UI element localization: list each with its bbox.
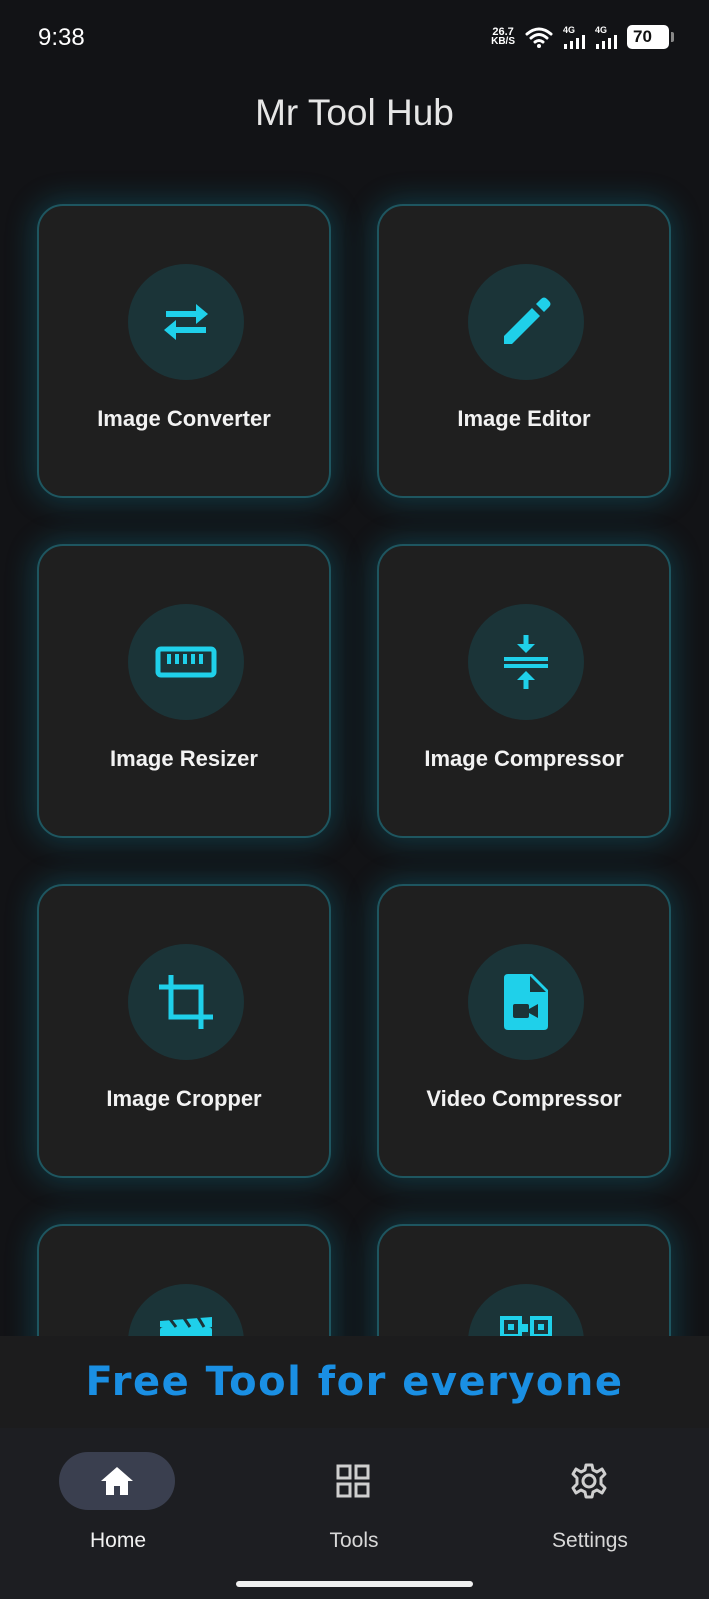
status-icons: 26.7 KB/S 4G 4G 70 xyxy=(491,22,674,52)
icon-circle xyxy=(468,604,584,720)
tool-label: Image Cropper xyxy=(106,1086,262,1111)
signal-icon xyxy=(596,34,617,49)
tool-label: Image Converter xyxy=(97,406,271,431)
icon-circle xyxy=(468,1284,584,1336)
nav-label: Settings xyxy=(552,1529,628,1552)
tool-card-image-compressor[interactable]: Image Compressor xyxy=(377,544,671,838)
home-icon xyxy=(101,1467,133,1495)
nav-label: Home xyxy=(89,1529,147,1552)
nav-label: Tools xyxy=(329,1529,379,1552)
sim1-signal: 4G xyxy=(563,24,585,49)
tool-label: Video Compressor xyxy=(426,1086,622,1111)
banner-text: Free Tool for everyone xyxy=(85,1359,624,1405)
battery-level: 70 xyxy=(633,27,652,46)
video-file-icon xyxy=(504,974,548,1030)
sim2-signal: 4G xyxy=(595,24,617,49)
icon-circle xyxy=(468,944,584,1060)
wifi-icon xyxy=(525,27,553,48)
gear-icon xyxy=(571,1463,607,1499)
nav-icon-holder xyxy=(295,1452,411,1510)
battery-icon: 70 xyxy=(627,25,674,49)
home-indicator-bar[interactable] xyxy=(236,1581,473,1587)
status-bar: 9:38 26.7 KB/S 4G 4G 70 xyxy=(0,0,709,78)
pencil-icon xyxy=(504,297,551,344)
swap-arrows-icon xyxy=(164,304,208,340)
tool-card-video-compressor[interactable]: Video Compressor xyxy=(377,884,671,1178)
clapperboard-icon xyxy=(160,1317,212,1336)
crop-icon xyxy=(159,975,213,1029)
ruler-icon xyxy=(155,646,217,678)
qr-code-icon xyxy=(500,1316,552,1336)
icon-circle xyxy=(128,944,244,1060)
compress-icon xyxy=(504,635,548,689)
promo-banner: Free Tool for everyone xyxy=(0,1336,709,1428)
tool-card-partial[interactable] xyxy=(377,1224,671,1336)
tool-card-image-cropper[interactable]: Image Cropper xyxy=(37,884,331,1178)
tool-label: Image Resizer xyxy=(110,746,258,771)
tool-card-partial[interactable] xyxy=(37,1224,331,1336)
nav-item-tools[interactable]: Tools xyxy=(254,1452,454,1562)
nav-icon-holder xyxy=(531,1452,647,1510)
app-title: Mr Tool Hub xyxy=(255,92,454,133)
tools-grid[interactable]: Image Converter Image Editor Image Resiz… xyxy=(0,170,709,1336)
tool-label: Image Editor xyxy=(457,406,591,431)
nav-item-home[interactable]: Home xyxy=(18,1452,218,1562)
signal-icon xyxy=(564,34,585,49)
network-speed-unit: KB/S xyxy=(491,36,515,47)
tool-card-image-resizer[interactable]: Image Resizer xyxy=(37,544,331,838)
nav-active-indicator xyxy=(59,1452,175,1510)
icon-circle xyxy=(128,604,244,720)
icon-circle xyxy=(128,264,244,380)
status-time: 9:38 xyxy=(38,24,85,51)
tool-card-image-editor[interactable]: Image Editor xyxy=(377,204,671,498)
icon-circle xyxy=(128,1284,244,1336)
sim2-label: 4G xyxy=(595,24,608,35)
network-speed: 26.7 KB/S xyxy=(491,27,515,47)
tool-card-image-converter[interactable]: Image Converter xyxy=(37,204,331,498)
tool-label: Image Compressor xyxy=(424,746,624,771)
sim1-label: 4G xyxy=(563,24,576,35)
icon-circle xyxy=(468,264,584,380)
grid-icon xyxy=(336,1464,370,1498)
bottom-navigation: Home Tools Settings xyxy=(0,1428,709,1599)
nav-item-settings[interactable]: Settings xyxy=(490,1452,690,1562)
